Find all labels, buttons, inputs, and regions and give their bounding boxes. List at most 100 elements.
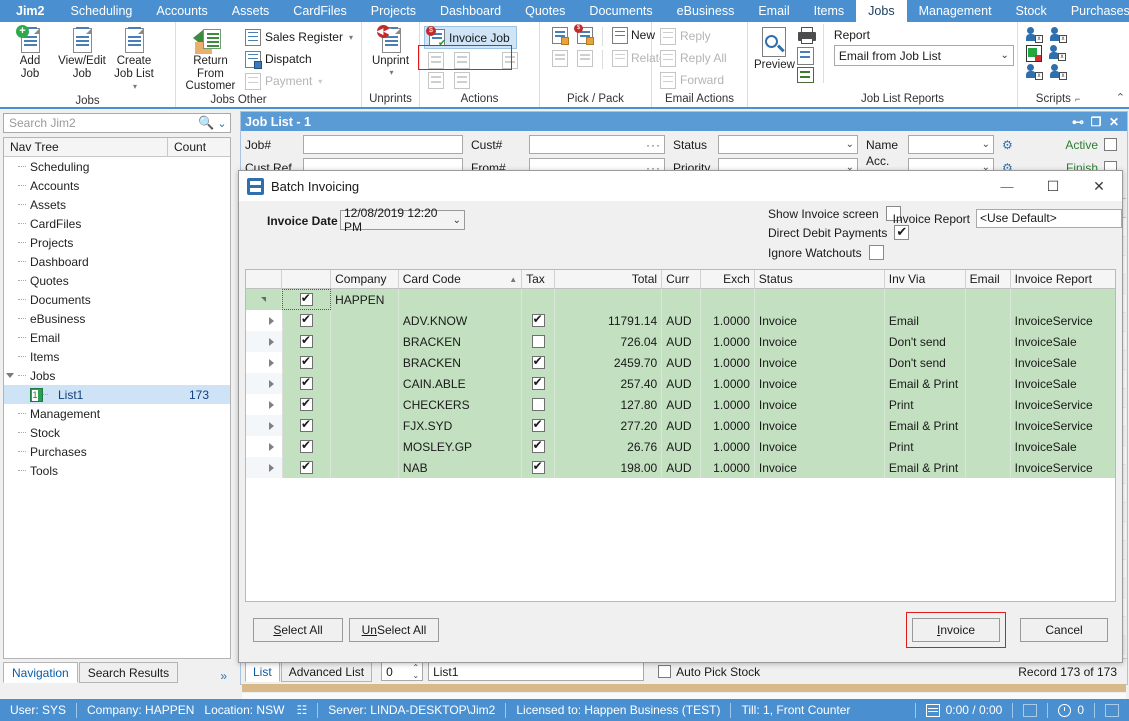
name-dropdown[interactable]: ⌄ (908, 135, 994, 154)
grid-header-tax[interactable]: Tax (522, 270, 555, 288)
spinner-arrows-icon[interactable]: ⌃⌄ (412, 664, 422, 680)
script-user-icon-1[interactable]: x (1026, 27, 1043, 43)
row-select-checkbox[interactable] (300, 314, 313, 327)
expand-arrow-icon[interactable] (6, 373, 14, 378)
group-select-checkbox-cell[interactable] (282, 289, 331, 310)
show-invoice-screen-option[interactable]: Show Invoice screen (768, 206, 901, 221)
chevron-down-icon[interactable]: ▾ (349, 33, 353, 42)
cell-tax[interactable] (522, 373, 555, 394)
cell-tax[interactable] (522, 457, 555, 478)
report-dropdown[interactable]: Email from Job List ⌄ (834, 45, 1014, 66)
tab-navigation[interactable]: Navigation (3, 662, 78, 683)
add-job-button[interactable]: + AddJob (4, 24, 56, 80)
table-row[interactable]: CAIN.ABLE257.40AUD1.0000InvoiceEmail & P… (246, 373, 1115, 394)
cancel-button[interactable]: Cancel (1020, 618, 1108, 642)
ribbon-tab-jim2[interactable]: Jim2 (0, 0, 59, 22)
tax-checkbox[interactable] (532, 335, 545, 348)
job-number-input[interactable] (303, 135, 463, 154)
tab-list[interactable]: List (245, 661, 280, 682)
chevron-double-down-icon[interactable]: ⌄ (214, 117, 230, 130)
invoice-button[interactable]: Invoice (912, 618, 1000, 642)
grid-header-card-code[interactable]: Card Code ▲ (399, 270, 522, 288)
view-edit-job-button[interactable]: View/EditJob (56, 24, 108, 80)
ribbon-tab-dashboard[interactable]: Dashboard (428, 0, 513, 22)
sidebar-item-email[interactable]: Email (4, 328, 230, 347)
tax-checkbox[interactable] (532, 419, 545, 432)
active-checkbox[interactable] (1104, 138, 1117, 151)
chevron-down-icon[interactable]: ▾ (389, 68, 393, 77)
row-select-cell[interactable] (283, 352, 332, 373)
sales-register-button[interactable]: Sales Register ▾ (241, 26, 357, 48)
ribbon-tab-documents[interactable]: Documents (577, 0, 664, 22)
table-row[interactable]: ADV.KNOW11791.14AUD1.0000InvoiceEmailInv… (246, 310, 1115, 331)
row-select-checkbox[interactable] (300, 398, 313, 411)
return-from-customer-button[interactable]: Return FromCustomer (180, 24, 241, 93)
ribbon-tab-projects[interactable]: Projects (359, 0, 428, 22)
grid-header-invoice-report[interactable]: Invoice Report (1011, 270, 1115, 288)
tax-checkbox[interactable] (532, 440, 545, 453)
row-select-cell[interactable] (283, 415, 332, 436)
row-select-cell[interactable] (283, 436, 332, 457)
cell-tax[interactable] (522, 310, 555, 331)
ribbon-tab-scheduling[interactable]: Scheduling (59, 0, 145, 22)
grid-header-company[interactable]: Company (331, 270, 399, 288)
dialog-launcher-icon[interactable]: ⌐ (1075, 94, 1080, 104)
script-user-icon-4[interactable]: x (1026, 64, 1043, 80)
tab-advanced-list[interactable]: Advanced List (281, 661, 372, 682)
select-all-button[interactable]: Select All (253, 618, 343, 642)
cell-tax[interactable] (522, 352, 555, 373)
cell-tax[interactable] (522, 436, 555, 457)
sidebar-item-projects[interactable]: Projects (4, 233, 230, 252)
row-select-cell[interactable] (283, 394, 332, 415)
sidebar-item-scheduling[interactable]: Scheduling (4, 157, 230, 176)
script-user-icon-2[interactable]: x (1050, 27, 1067, 43)
status-dropdown[interactable]: ⌄ (718, 135, 858, 154)
pick-pack-new-button[interactable]: New (612, 24, 655, 46)
row-select-checkbox[interactable] (300, 440, 313, 453)
script-run-icon[interactable] (1026, 45, 1042, 62)
row-expand-toggle[interactable] (246, 310, 283, 331)
row-expand-toggle[interactable] (246, 331, 283, 352)
grid-header-total[interactable]: Total (555, 270, 662, 288)
ribbon-tab-ebusiness[interactable]: eBusiness (665, 0, 747, 22)
sidebar-item-accounts[interactable]: Accounts (4, 176, 230, 195)
ignore-watchouts-option[interactable]: Ignore Watchouts (768, 245, 884, 260)
script-user-icon-3[interactable]: x (1049, 45, 1066, 61)
sidebar-item-management[interactable]: Management (4, 404, 230, 423)
invoice-report-input[interactable]: <Use Default> (976, 209, 1122, 228)
sidebar-item-cardfiles[interactable]: CardFiles (4, 214, 230, 233)
ribbon-tab-management[interactable]: Management (907, 0, 1004, 22)
ribbon-tab-jobs[interactable]: Jobs (856, 0, 906, 22)
sidebar-item-purchases[interactable]: Purchases (4, 442, 230, 461)
invoice-date-input[interactable]: 12/08/2019 12:20 PM ⌄ (340, 210, 465, 230)
sidebar-item-stock[interactable]: Stock (4, 423, 230, 442)
close-icon[interactable]: ✕ (1105, 115, 1123, 129)
chevron-down-icon[interactable]: ▾ (133, 82, 137, 91)
row-expand-toggle[interactable] (246, 457, 283, 478)
nav-tabs-more-button[interactable]: » (220, 669, 231, 683)
row-expand-toggle[interactable] (246, 352, 283, 373)
ribbon-tab-quotes[interactable]: Quotes (513, 0, 577, 22)
page-spinner[interactable]: 0⌃⌄ (381, 662, 423, 681)
table-row[interactable]: CHECKERS127.80AUD1.0000InvoicePrintInvoi… (246, 394, 1115, 415)
print-icon[interactable] (797, 27, 817, 45)
grid-header-exch[interactable]: Exch (701, 270, 754, 288)
cell-tax[interactable] (522, 415, 555, 436)
restore-icon[interactable]: ❐ (1087, 115, 1105, 129)
ribbon-tab-purchases[interactable]: Purchases (1059, 0, 1129, 22)
maximize-button[interactable]: ☐ (1030, 171, 1076, 201)
grid-header-email[interactable]: Email (966, 270, 1011, 288)
grid-header-status[interactable]: Status (755, 270, 885, 288)
collapse-ribbon-button[interactable]: ⌃ (1116, 91, 1125, 104)
grid-header-curr[interactable]: Curr (662, 270, 701, 288)
group-select-checkbox[interactable] (300, 293, 313, 306)
tab-search-results[interactable]: Search Results (79, 662, 178, 683)
grid-header-inv-via[interactable]: Inv Via (885, 270, 966, 288)
copy-icon[interactable] (797, 47, 814, 65)
search-input[interactable] (4, 115, 198, 131)
table-row[interactable]: BRACKEN726.04AUD1.0000InvoiceDon't sendI… (246, 331, 1115, 352)
ribbon-tab-accounts[interactable]: Accounts (144, 0, 219, 22)
cell-tax[interactable] (522, 331, 555, 352)
tax-checkbox[interactable] (532, 314, 545, 327)
sidebar-item-tools[interactable]: Tools (4, 461, 230, 480)
